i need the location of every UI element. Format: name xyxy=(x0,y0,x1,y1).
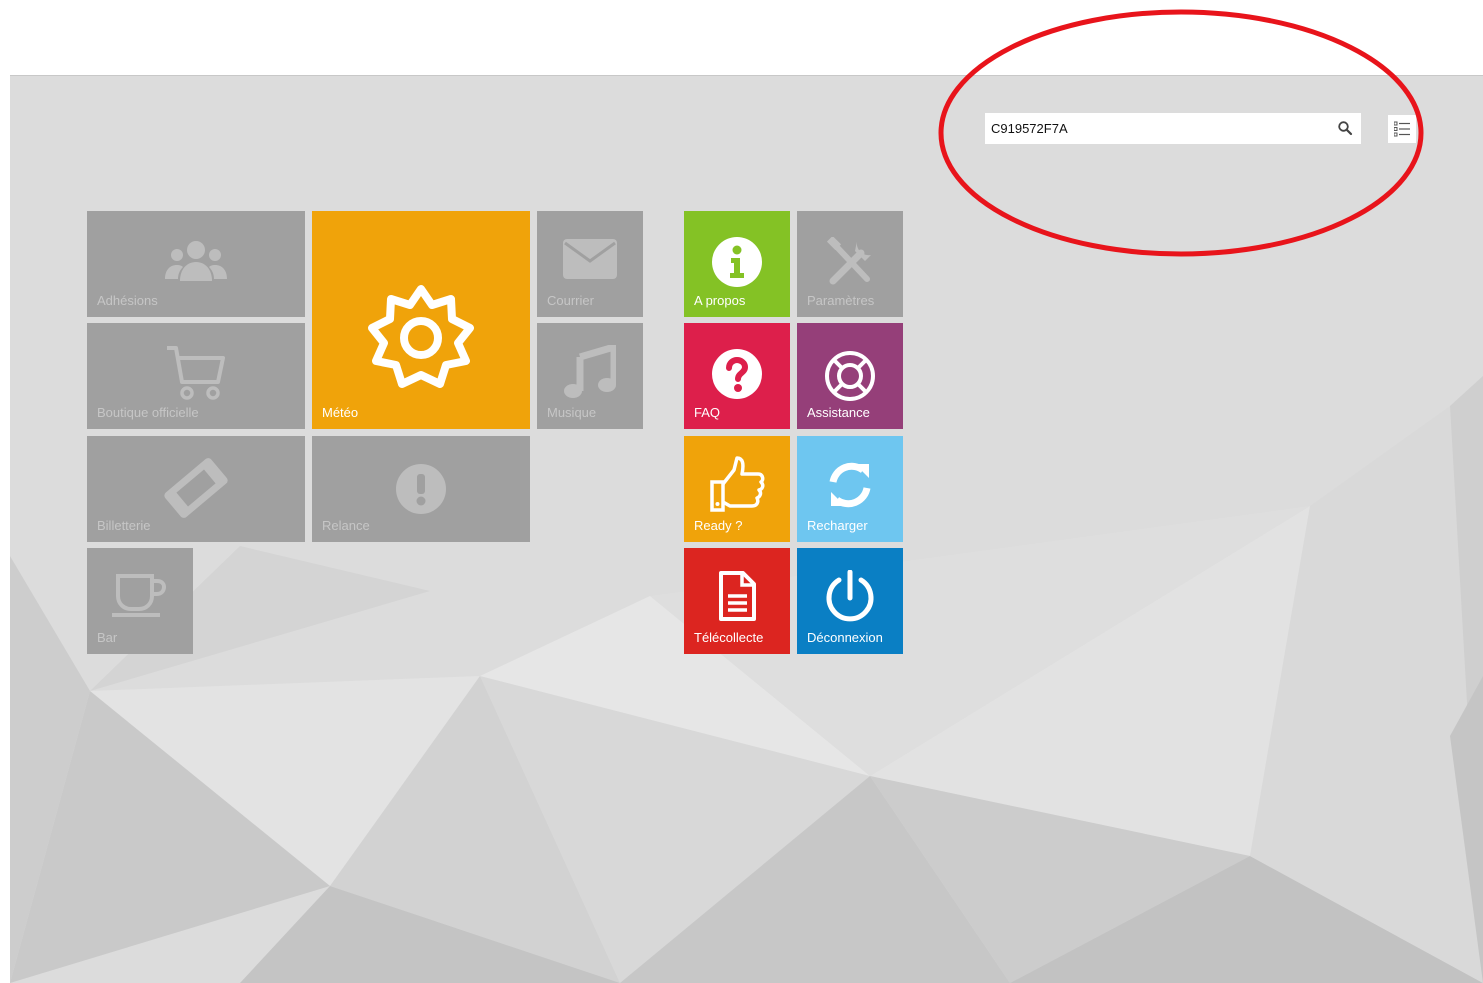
tile-label: Relance xyxy=(322,518,370,533)
tile-label: Paramètres xyxy=(807,293,875,308)
tile-parametres[interactable]: Paramètres xyxy=(797,211,903,317)
tile-telecollecte[interactable]: Télécollecte xyxy=(684,548,790,654)
cup-icon xyxy=(112,572,168,623)
tools-icon xyxy=(825,235,875,292)
tile-label: Courrier xyxy=(547,293,594,308)
tile-courrier[interactable]: Courrier xyxy=(537,211,643,317)
list-view-icon xyxy=(1394,121,1410,137)
tile-adhesions[interactable]: Adhésions xyxy=(87,211,305,317)
tile-apropos[interactable]: A propos xyxy=(684,211,790,317)
search-box xyxy=(985,113,1361,144)
question-icon xyxy=(712,349,762,404)
search-icon[interactable] xyxy=(1337,120,1353,136)
tile-boutique[interactable]: Boutique officielle xyxy=(87,323,305,429)
tile-label: Ready ? xyxy=(694,518,743,533)
tile-label: Bar xyxy=(97,630,118,645)
ticket-icon xyxy=(160,458,232,523)
tile-faq[interactable]: FAQ xyxy=(684,323,790,429)
thumbs-up-icon xyxy=(708,456,766,519)
tile-relance[interactable]: Relance xyxy=(312,436,530,542)
music-note-icon xyxy=(564,342,618,404)
tile-label: Adhésions xyxy=(97,293,158,308)
tile-ready[interactable]: Ready ? xyxy=(684,436,790,542)
document-icon xyxy=(717,570,757,627)
tile-assistance[interactable]: Assistance xyxy=(797,323,903,429)
tile-label: Recharger xyxy=(807,518,868,533)
tile-label: Déconnexion xyxy=(807,630,883,645)
tile-label: Télécollecte xyxy=(694,630,764,645)
tile-label: Assistance xyxy=(807,405,870,420)
refresh-icon xyxy=(825,460,875,515)
tile-musique[interactable]: Musique xyxy=(537,323,643,429)
tile-label: Météo xyxy=(322,405,359,420)
tile-label: A propos xyxy=(694,293,746,308)
cart-icon xyxy=(165,345,227,406)
info-icon xyxy=(712,237,762,292)
users-icon xyxy=(164,239,228,288)
tile-recharger[interactable]: Recharger xyxy=(797,436,903,542)
tile-bar[interactable]: Bar xyxy=(87,548,193,654)
desktop-background: Adhésions Météo Courrier Boutique officiell… xyxy=(10,75,1483,983)
tile-deconnexion[interactable]: Déconnexion xyxy=(797,548,903,654)
tile-label: Musique xyxy=(547,405,597,420)
tile-label: Billetterie xyxy=(97,518,151,533)
lifebuoy-icon xyxy=(823,349,877,408)
search-input[interactable] xyxy=(985,113,1325,144)
tile-label: FAQ xyxy=(694,405,721,420)
list-view-button[interactable] xyxy=(1388,115,1416,143)
tile-meteo[interactable]: Météo xyxy=(312,211,530,429)
exclamation-icon xyxy=(396,464,446,519)
tile-label: Boutique officielle xyxy=(97,405,199,420)
envelope-icon xyxy=(563,239,617,284)
tile-billetterie[interactable]: Billetterie xyxy=(87,436,305,542)
power-icon xyxy=(823,569,877,629)
sun-gear-icon xyxy=(366,283,476,398)
